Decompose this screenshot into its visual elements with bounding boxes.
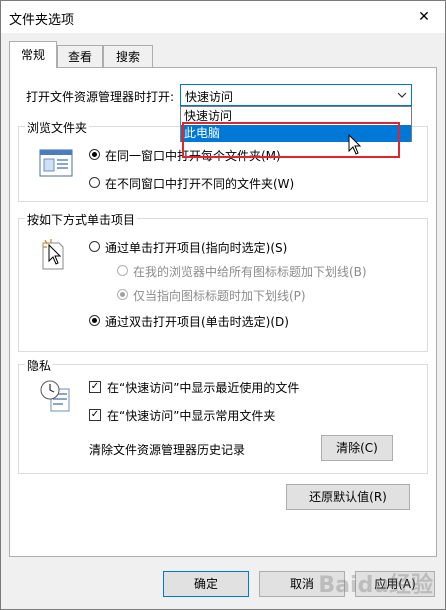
open-explorer-select[interactable]: 快速访问 bbox=[180, 84, 412, 106]
double-click-label[interactable]: 通过双击打开项目(单击时选定)(D) bbox=[105, 313, 289, 330]
privacy-title: 隐私 bbox=[25, 357, 54, 374]
folder-options-dialog: 文件夹选项 ✕ 常规 查看 搜索 打开文件资源管理器时打开: 快速访问 快速访问… bbox=[0, 0, 446, 610]
show-frequent-folders-checkbox[interactable]: ✓ bbox=[89, 409, 101, 421]
new-window-radio[interactable] bbox=[89, 177, 100, 188]
underline-point-label: 仅当指向图标标题时加下划线(P) bbox=[133, 289, 306, 303]
chevron-down-icon bbox=[397, 87, 407, 106]
clear-history-label: 清除文件资源管理器历史记录 bbox=[89, 443, 246, 457]
click-items-title: 按如下方式单击项目 bbox=[25, 211, 138, 228]
restore-defaults-button[interactable]: 还原默认值(R) bbox=[286, 484, 410, 510]
show-recent-files-label[interactable]: 在“快速访问”中显示最近使用的文件 bbox=[107, 379, 299, 396]
underline-all-radio[interactable] bbox=[117, 265, 128, 276]
browse-folders-title: 浏览文件夹 bbox=[25, 119, 90, 136]
open-explorer-value: 快速访问 bbox=[185, 90, 234, 104]
same-window-radio[interactable] bbox=[89, 149, 100, 160]
tab-general[interactable]: 常规 bbox=[9, 41, 57, 68]
ok-button[interactable]: 确定 bbox=[163, 571, 249, 597]
single-click-label[interactable]: 通过单击打开项目(指向时选定)(S) bbox=[105, 239, 287, 256]
show-frequent-folders-label[interactable]: 在“快速访问”中显示常用文件夹 bbox=[107, 407, 275, 424]
privacy-group: 隐私 ✓ 在“快速访问”中显示最近使用的文件 ✓ 在“快速访问”中显示常用文件夹… bbox=[18, 357, 428, 474]
show-recent-files-checkbox[interactable]: ✓ bbox=[89, 381, 101, 393]
highlight-annotation-box bbox=[182, 122, 400, 158]
folder-window-icon bbox=[39, 149, 73, 177]
close-button[interactable]: ✕ bbox=[409, 5, 439, 29]
new-window-label[interactable]: 在不同窗口中打开不同的文件夹(W) bbox=[105, 175, 294, 192]
window-title: 文件夹选项 bbox=[9, 13, 75, 28]
click-items-group: 按如下方式单击项目 通过单击打开项目(指向时选定)(S) 在我的浏览器中给所有图… bbox=[18, 211, 428, 352]
general-panel: 打开文件资源管理器时打开: 快速访问 快速访问 此电脑 浏览文件夹 在同一窗口中… bbox=[9, 67, 437, 557]
underline-point-radio[interactable] bbox=[117, 289, 128, 300]
mouse-cursor-icon bbox=[348, 134, 362, 155]
title-bar: 文件夹选项 ✕ bbox=[1, 1, 445, 33]
open-explorer-label: 打开文件资源管理器时打开: bbox=[26, 90, 175, 104]
clock-document-icon bbox=[40, 380, 70, 412]
close-icon: ✕ bbox=[418, 9, 430, 25]
single-click-radio[interactable] bbox=[89, 241, 100, 252]
underline-all-label: 在我的浏览器中给所有图标标题加下划线(B) bbox=[133, 265, 367, 279]
tab-search[interactable]: 搜索 bbox=[103, 45, 153, 67]
tab-view[interactable]: 查看 bbox=[57, 45, 103, 67]
baidu-watermark: Baidu经验 bbox=[318, 573, 433, 598]
pointer-click-icon bbox=[42, 239, 64, 270]
double-click-radio[interactable] bbox=[89, 315, 100, 326]
clear-history-button[interactable]: 清除(C) bbox=[321, 435, 393, 461]
